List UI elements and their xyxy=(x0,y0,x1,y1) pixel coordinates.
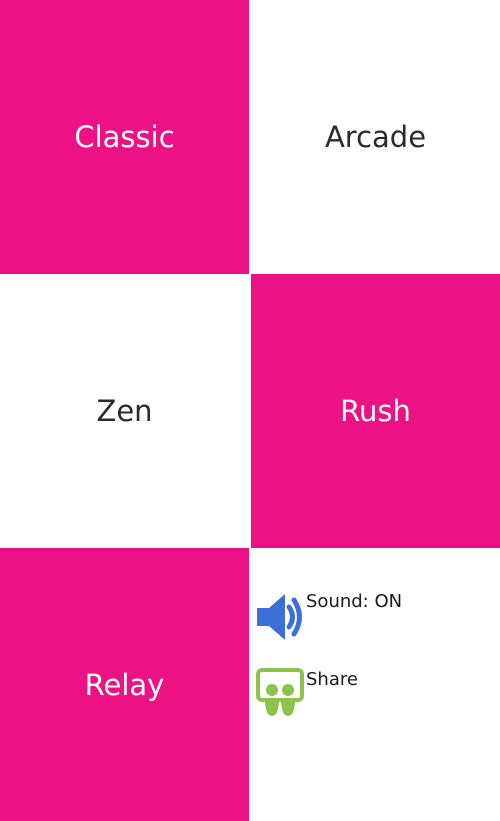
classic-mode-tile[interactable]: Classic xyxy=(0,0,249,274)
share-label: Share xyxy=(306,669,358,690)
share-icon xyxy=(256,668,304,716)
mode-grid: Classic Arcade Zen Rush Relay Sound: ON … xyxy=(0,0,500,821)
zen-mode-tile[interactable]: Zen xyxy=(0,274,249,548)
arcade-mode-tile[interactable]: Arcade xyxy=(251,0,500,274)
sound-label: Sound: ON xyxy=(306,591,403,612)
rush-mode-tile[interactable]: Rush xyxy=(251,274,500,548)
options-panel: Sound: ON Share xyxy=(251,548,500,821)
sound-toggle-button[interactable]: Sound: ON xyxy=(251,588,451,648)
relay-mode-tile[interactable]: Relay xyxy=(0,548,249,821)
share-button[interactable]: Share xyxy=(251,666,451,726)
speaker-icon xyxy=(257,594,302,640)
